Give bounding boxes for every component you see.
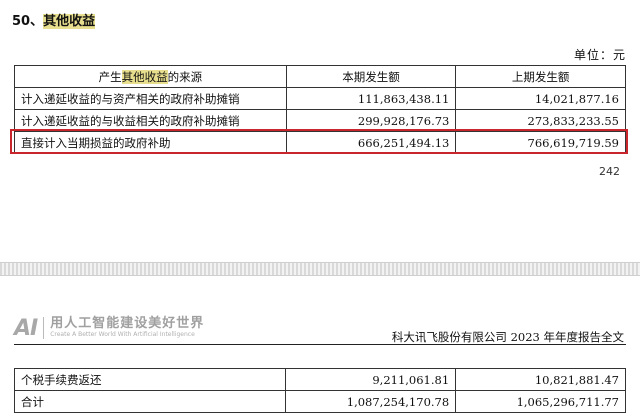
header-source-highlight: 其他收益 [121,69,168,84]
section-heading: 50、其他收益 [12,10,96,29]
row-current: 666,251,494.13 [285,131,457,154]
row-previous: 14,021,877.16 [455,87,626,110]
watermark-title: 用人工智能建设美好世界 [50,316,205,331]
table-row: 直接计入当期损益的政府补助 666,251,494.13 766,619,719… [14,131,626,154]
table-row-total: 合计 1,087,254,170.78 1,065,296,711.77 [13,390,626,413]
other-income-table: 产生其他收益的来源 本期发生额 上期发生额 计入递延收益的与资产相关的政府补助摊… [14,65,626,154]
watermark: AI 用人工智能建设美好世界 Create A Better World Wit… [14,315,204,341]
header-rule [14,344,626,345]
row-current: 1,087,254,170.78 [285,390,457,413]
row-label: 计入递延收益的与资产相关的政府补助摊销 [14,87,287,110]
row-previous: 273,833,233.55 [455,109,626,132]
header-previous: 上期发生额 [455,65,626,88]
table-row: 计入递延收益的与资产相关的政府补助摊销 111,863,438.11 14,02… [14,87,626,110]
table-header-row: 产生其他收益的来源 本期发生额 上期发生额 [14,65,626,88]
header-source: 产生其他收益的来源 [14,65,287,88]
unit-label: 单位：元 [573,48,626,62]
header-current: 本期发生额 [285,65,457,88]
row-previous: 10,821,881.47 [455,368,626,391]
row-current: 9,211,061.81 [285,368,457,391]
watermark-logo: AI [14,315,38,341]
row-previous: 1,065,296,711.77 [455,390,626,413]
row-label: 个税手续费返还 [13,368,287,391]
row-label: 直接计入当期损益的政府补助 [14,131,287,154]
watermark-divider [43,317,45,339]
page-break [0,262,640,276]
header-source-post: 的来源 [167,69,203,84]
row-current: 111,863,438.11 [285,87,457,110]
row-label: 计入递延收益的与收益相关的政府补助摊销 [14,109,287,132]
table-row: 计入递延收益的与收益相关的政府补助摊销 299,928,176.73 273,8… [14,109,626,132]
heading-prefix: 50、 [12,14,44,29]
report-title: 科大讯飞股份有限公司 2023 年年度报告全文 [391,330,624,344]
row-label: 合计 [13,390,287,413]
row-previous: 766,619,719.59 [455,131,626,154]
other-income-table-continued: 个税手续费返还 9,211,061.81 10,821,881.47 合计 1,… [13,368,626,413]
heading-highlight: 其他收益 [43,14,96,29]
page-number: 242 [599,165,620,178]
row-current: 299,928,176.73 [285,109,457,132]
table-row: 个税手续费返还 9,211,061.81 10,821,881.47 [13,368,626,391]
watermark-text: 用人工智能建设美好世界 Create A Better World With A… [50,317,204,339]
watermark-subtitle: Create A Better World With Artificial In… [50,331,195,338]
header-source-pre: 产生 [98,69,122,84]
